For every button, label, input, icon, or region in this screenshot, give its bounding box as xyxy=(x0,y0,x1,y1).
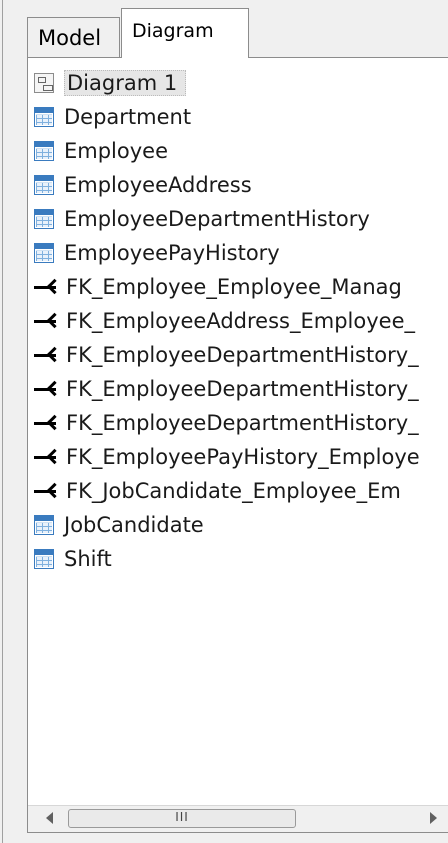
tree-item[interactable]: FK_EmployeeDepartmentHistory_ xyxy=(28,406,448,440)
tab-diagram[interactable]: Diagram xyxy=(121,8,249,58)
tree-item-label: FK_EmployeeDepartmentHistory_ xyxy=(66,411,419,435)
tree-item[interactable]: Diagram 1 xyxy=(28,66,448,100)
panel-bottom-border xyxy=(27,832,448,833)
relationship-icon xyxy=(34,277,60,297)
tree-item[interactable]: FK_EmployeeDepartmentHistory_ xyxy=(28,338,448,372)
horizontal-scrollbar[interactable]: III xyxy=(28,805,448,833)
tree-item-label: Employee xyxy=(64,139,169,163)
left-margin xyxy=(0,0,27,843)
diagram-icon xyxy=(34,73,54,93)
tree-item[interactable]: FK_EmployeeAddress_Employee_ xyxy=(28,304,448,338)
tree-item[interactable]: FK_EmployeeDepartmentHistory_ xyxy=(28,372,448,406)
tree-item-label: Department xyxy=(64,105,192,129)
tree-item[interactable]: EmployeeDepartmentHistory xyxy=(28,202,448,236)
tree-item-label: EmployeeAddress xyxy=(64,173,252,197)
table-icon xyxy=(34,141,54,161)
tree-item[interactable]: EmployeePayHistory xyxy=(28,236,448,270)
tree-item[interactable]: Department xyxy=(28,100,448,134)
relationship-icon xyxy=(34,481,60,501)
table-icon xyxy=(34,175,54,195)
tree-item[interactable]: EmployeeAddress xyxy=(28,168,448,202)
tree-item[interactable]: FK_Employee_Employee_Manag xyxy=(28,270,448,304)
relationship-icon xyxy=(34,379,60,399)
tree-item-label: EmployeeDepartmentHistory xyxy=(64,207,370,231)
tree-list: Diagram 1 Department Employee EmployeeAd… xyxy=(28,66,448,576)
tab-strip: Model Diagram xyxy=(0,0,448,58)
diagram-panel: Diagram 1 Department Employee EmployeeAd… xyxy=(27,57,448,833)
tree-item-label: JobCandidate xyxy=(64,513,204,537)
tree-item[interactable]: JobCandidate xyxy=(28,508,448,542)
tree-item[interactable]: Employee xyxy=(28,134,448,168)
relationship-icon xyxy=(34,413,60,433)
table-icon xyxy=(34,515,54,535)
window-edge xyxy=(2,0,3,843)
tree-item-label: FK_EmployeeDepartmentHistory_ xyxy=(66,343,419,367)
scrollbar-thumb[interactable]: III xyxy=(68,809,296,828)
scroll-left-arrow-icon[interactable] xyxy=(46,812,53,824)
tree-item-label: FK_JobCandidate_Employee_Em xyxy=(66,479,401,503)
tree-item-label: FK_EmployeePayHistory_Employe xyxy=(66,445,420,469)
tree-item-label: Diagram 1 xyxy=(64,70,187,96)
relationship-icon xyxy=(34,447,60,467)
scroll-right-arrow-icon[interactable] xyxy=(430,812,437,824)
tree-item[interactable]: Shift xyxy=(28,542,448,576)
relationship-icon xyxy=(34,345,60,365)
table-icon xyxy=(34,107,54,127)
tree-item[interactable]: FK_JobCandidate_Employee_Em xyxy=(28,474,448,508)
table-icon xyxy=(34,209,54,229)
table-icon xyxy=(34,549,54,569)
table-icon xyxy=(34,243,54,263)
relationship-icon xyxy=(34,311,60,331)
tree-item-label: EmployeePayHistory xyxy=(64,241,280,265)
tree-item-label: FK_EmployeeAddress_Employee_ xyxy=(66,309,415,333)
tree-item-label: FK_Employee_Employee_Manag xyxy=(66,275,402,299)
tree-item-label: FK_EmployeeDepartmentHistory_ xyxy=(66,377,419,401)
tab-model[interactable]: Model xyxy=(27,17,120,57)
tree-item-label: Shift xyxy=(64,547,112,571)
tree-item[interactable]: FK_EmployeePayHistory_Employe xyxy=(28,440,448,474)
